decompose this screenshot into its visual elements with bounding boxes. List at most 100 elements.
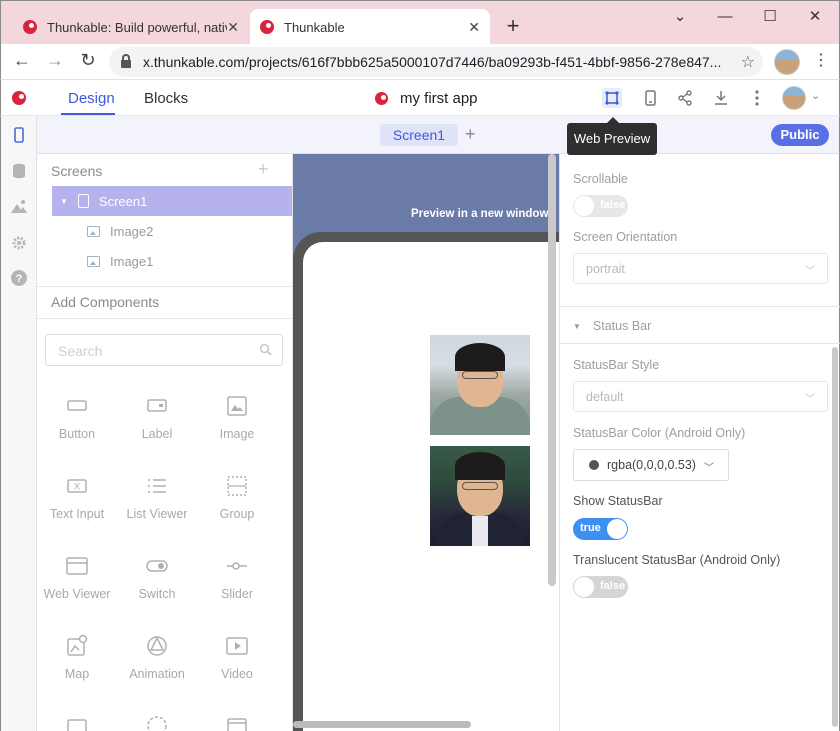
new-tab-icon[interactable]: + [501,13,525,39]
tab-title: Thunkable: Build powerful, native [47,19,227,35]
component-partial-tv[interactable] [37,714,117,731]
statusbar-color-label: StatusBar Color (Android Only) [573,426,746,440]
component-map[interactable]: Map [37,634,117,681]
image1-photo[interactable] [430,335,530,435]
data-sources-icon[interactable] [10,162,28,180]
screens-section-title: Screens [51,163,103,179]
component-switch[interactable]: Switch [117,554,197,601]
properties-scrollbar[interactable] [832,347,838,727]
design-screen-icon[interactable] [10,126,28,144]
component-label: Switch [138,587,176,601]
preview-new-window-link[interactable]: Preview in a new window [293,208,559,220]
panel-divider [560,343,840,344]
download-icon[interactable] [711,88,731,108]
left-panel: Screens + ▼ Screen1 Image2 Image1 Add Co… [37,154,293,731]
browser-profile-avatar[interactable] [774,49,800,75]
color-swatch [589,460,599,470]
thunkable-favicon-icon [260,20,274,34]
browser-toolbar: ← → ↻ x.thunkable.com/projects/616f7bbb6… [0,44,840,80]
spinner-icon [145,714,169,731]
component-partial-spinner[interactable] [117,714,197,731]
component-text-input[interactable]: X Text Input [37,474,117,521]
assets-icon[interactable] [10,198,28,216]
browser-tab-thunkable-home[interactable]: Thunkable: Build powerful, native ✕ [13,9,249,45]
screen-orientation-select[interactable]: portrait ﹀ [573,253,828,284]
user-avatar[interactable] [782,86,806,110]
component-search-input[interactable]: Search [45,334,283,366]
component-web-viewer[interactable]: Web Viewer [37,554,117,601]
tv-icon [65,714,89,731]
browser-tab-thunkable-active[interactable]: Thunkable ✕ [250,9,490,45]
tab-screen1[interactable]: Screen1 [380,124,458,146]
slider-icon [225,554,249,578]
component-button[interactable]: Button [37,394,117,441]
translucent-statusbar-toggle[interactable]: false [573,576,628,598]
status-bar-section-header[interactable]: ▼ Status Bar [573,319,651,333]
add-screen-plus-icon[interactable]: + [258,159,269,180]
tree-item-image1[interactable]: Image1 [87,246,153,276]
screen-orientation-label: Screen Orientation [573,230,678,244]
component-image[interactable]: Image [197,394,277,441]
close-tab-icon[interactable]: ✕ [227,19,239,36]
chevron-down-icon: ﹀ [805,266,815,277]
tab-design-underline [61,113,115,115]
component-partial-calendar[interactable] [197,714,277,731]
chevron-down-icon: ﹀ [704,463,714,474]
web-preview-icon[interactable] [602,88,622,108]
component-animation[interactable]: Animation [117,634,197,681]
project-name[interactable]: my first app [375,90,478,107]
select-value: default [586,390,624,404]
component-video[interactable]: Video [197,634,277,681]
screen-icon [77,194,89,208]
more-options-icon[interactable] [747,88,767,108]
address-bar[interactable]: x.thunkable.com/projects/616f7bbb625a500… [109,47,763,77]
tab-design[interactable]: Design [68,90,115,107]
component-label: Group [219,507,255,521]
select-value: portrait [586,262,625,276]
forward-icon[interactable]: → [43,50,67,71]
component-label-item[interactable]: Label [117,394,197,441]
reload-icon[interactable]: ↻ [76,50,100,71]
component-label: Label [141,427,173,441]
image2-photo[interactable] [430,446,530,546]
project-logo-icon [375,92,388,105]
back-icon[interactable]: ← [10,50,34,71]
component-list-viewer[interactable]: List Viewer [117,474,197,521]
maximize-icon[interactable]: ☐ [755,5,785,29]
statusbar-style-select[interactable]: default ﹀ [573,381,828,412]
device-preview-icon[interactable] [640,88,660,108]
chevron-down-icon[interactable]: ⌄ [811,89,820,102]
app-header: Design Blocks my first app ⌄ [0,80,840,116]
component-label: Animation [129,667,185,681]
tab-search-chevron-icon[interactable]: ⌄ [665,5,695,29]
public-button[interactable]: Public [771,124,829,146]
show-statusbar-toggle[interactable]: true [573,518,628,540]
canvas-horizontal-scrollbar[interactable] [293,721,471,728]
share-icon[interactable] [675,88,695,108]
panel-divider [560,306,840,307]
switch-icon [145,554,169,578]
window-close-icon[interactable]: ✕ [800,5,830,29]
canvas-vertical-scrollbar[interactable] [548,154,556,586]
component-label: Button [58,427,96,441]
browser-menu-icon[interactable]: ⋮ [813,50,829,70]
settings-gear-icon[interactable] [10,234,28,252]
collapse-caret-icon[interactable]: ▼ [60,197,68,206]
statusbar-color-picker[interactable]: rgba(0,0,0,0.53) ﹀ [573,449,729,481]
scrollable-toggle[interactable]: false [573,195,628,217]
tree-item-label: Image1 [110,253,154,269]
tree-item-image2[interactable]: Image2 [87,216,153,246]
help-icon[interactable]: ? [10,269,28,287]
tab-blocks[interactable]: Blocks [144,90,188,107]
bookmark-star-icon[interactable]: ☆ [741,52,755,72]
tree-item-screen1[interactable]: ▼ Screen1 [52,186,292,216]
component-group[interactable]: Group [197,474,277,521]
image-icon [225,394,249,418]
add-screen-icon[interactable]: + [465,124,476,145]
thunkable-logo-icon[interactable] [12,91,26,105]
close-tab-icon[interactable]: ✕ [468,19,480,36]
minimize-icon[interactable]: — [710,5,740,29]
component-slider[interactable]: Slider [197,554,277,601]
list-viewer-icon [145,474,169,498]
collapse-caret-icon: ▼ [573,321,581,331]
